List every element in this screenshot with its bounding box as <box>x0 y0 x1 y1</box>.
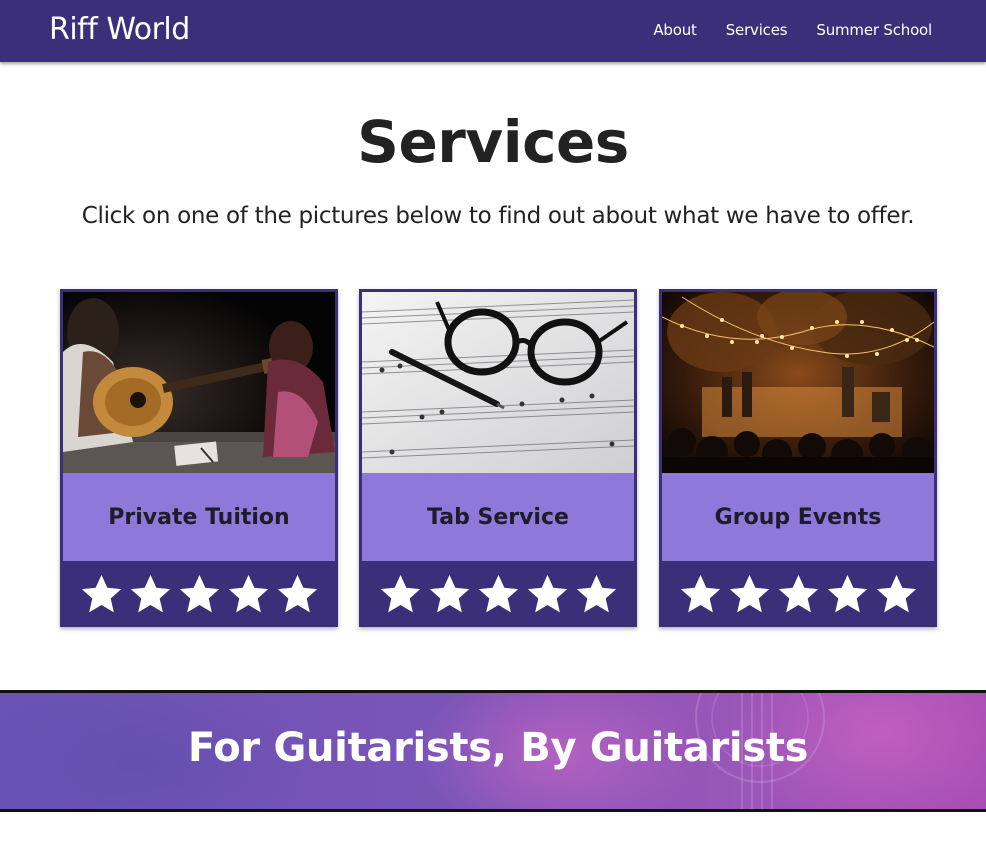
page-intro: Click on one of the pictures below to fi… <box>81 203 915 229</box>
star-icon <box>478 574 518 612</box>
nav-links: About Services Summer School <box>653 21 932 39</box>
star-icon <box>680 574 720 612</box>
nav-link-services[interactable]: Services <box>726 21 788 39</box>
star-rating <box>662 561 934 627</box>
nav-link-about[interactable]: About <box>653 21 697 39</box>
page-title: Services <box>357 108 629 176</box>
star-icon <box>277 574 317 612</box>
star-icon <box>228 574 268 612</box>
star-icon <box>876 574 916 612</box>
star-icon <box>380 574 420 612</box>
outdoor-concert-photo[interactable] <box>662 292 934 473</box>
star-icon <box>778 574 818 612</box>
star-icon <box>130 574 170 612</box>
card-label-box: Group Events <box>662 473 934 561</box>
guitar-lesson-photo[interactable] <box>63 292 335 473</box>
tagline-banner: For Guitarists, By Guitarists <box>0 690 986 812</box>
star-rating <box>362 561 634 627</box>
glasses-on-sheet-music-photo[interactable] <box>362 292 634 473</box>
card-label-box: Tab Service <box>362 473 634 561</box>
star-icon <box>576 574 616 612</box>
card-tab-service[interactable]: Tab Service <box>359 289 637 627</box>
card-label-box: Private Tuition <box>63 473 335 561</box>
star-icon <box>827 574 867 612</box>
card-private-tuition[interactable]: Private Tuition <box>60 289 338 627</box>
star-icon <box>527 574 567 612</box>
card-title: Group Events <box>714 504 882 530</box>
card-title: Tab Service <box>427 504 569 530</box>
brand-logo[interactable]: Riff World <box>49 12 190 47</box>
star-icon <box>81 574 121 612</box>
card-title: Private Tuition <box>108 504 290 530</box>
banner-title: For Guitarists, By Guitarists <box>187 725 809 771</box>
card-group-events[interactable]: Group Events <box>659 289 937 627</box>
star-icon <box>429 574 469 612</box>
navbar: Riff World About Services Summer School <box>0 0 986 62</box>
star-icon <box>179 574 219 612</box>
nav-link-summer-school[interactable]: Summer School <box>816 21 932 39</box>
star-icon <box>729 574 769 612</box>
star-rating <box>63 561 335 627</box>
